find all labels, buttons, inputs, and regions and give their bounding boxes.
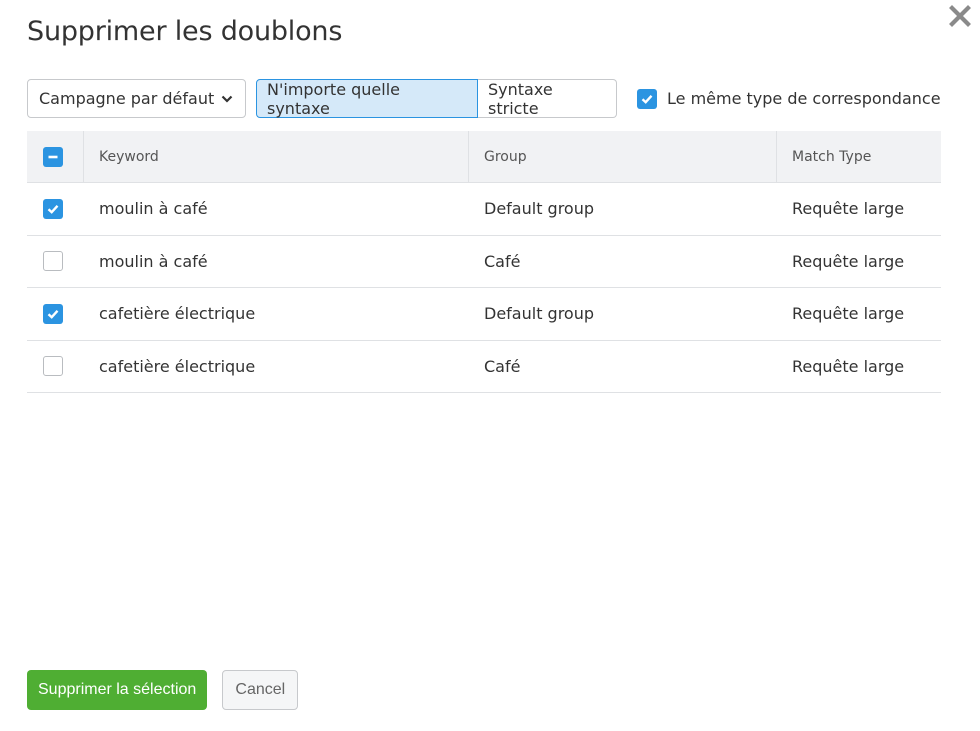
row-checkbox[interactable] [43,356,63,377]
syntax-any-button[interactable]: N'importe quelle syntaxe [256,79,478,118]
delete-selection-button[interactable]: Supprimer la sélection [27,670,208,710]
table-row: cafetière électrique Default group Requê… [27,288,941,341]
toolbar: Campagne par défaut N'importe quelle syn… [27,79,941,118]
match-type-cell: Requête large [792,304,905,324]
select-all-checkbox[interactable] [43,146,63,167]
checkbox-checked[interactable] [637,88,657,109]
check-icon [47,204,59,214]
chevron-down-icon [221,95,233,103]
match-type-cell: Requête large [792,356,905,376]
match-type-cell: Requête large [792,199,905,219]
column-header-keyword[interactable]: Keyword [84,131,469,182]
column-header-match-type[interactable]: Match Type [777,131,941,182]
group-cell: Default group [484,199,595,219]
dialog-footer: Supprimer la sélection Cancel [27,670,299,710]
row-checkbox[interactable] [43,251,63,272]
keyword-cell: cafetière électrique [99,304,256,324]
campaign-select-value: Campagne par défaut [39,89,215,108]
check-icon [641,94,653,104]
select-all-cell [27,131,84,182]
group-cell: Café [484,251,521,271]
close-icon [949,5,971,27]
minus-icon [48,155,58,158]
table-header: Keyword Group Match Type [27,131,941,183]
row-checkbox[interactable] [43,198,63,219]
table-row: cafetière électrique Café Requête large [27,341,941,393]
column-header-group[interactable]: Group [469,131,777,182]
dialog-title: Supprimer les doublons [27,16,343,47]
campaign-select[interactable]: Campagne par défaut [27,79,246,118]
match-type-cell: Requête large [792,251,905,271]
same-match-type-checkbox[interactable]: Le même type de correspondance [637,88,941,109]
group-cell: Café [484,356,521,376]
check-icon [47,309,59,319]
keyword-cell: cafetière électrique [99,356,256,376]
same-match-type-label: Le même type de correspondance [667,89,941,108]
keyword-cell: moulin à café [99,199,208,219]
table-row: moulin à café Café Requête large [27,236,941,288]
table-row: moulin à café Default group Requête larg… [27,183,941,236]
duplicates-table: Keyword Group Match Type moulin à café D… [27,131,941,393]
group-cell: Default group [484,304,595,324]
syntax-toggle: N'importe quelle syntaxe Syntaxe stricte [256,79,617,118]
row-checkbox[interactable] [43,303,63,324]
close-button[interactable] [946,2,974,30]
syntax-strict-button[interactable]: Syntaxe stricte [478,79,617,118]
keyword-cell: moulin à café [99,251,208,271]
cancel-button[interactable]: Cancel [222,670,299,710]
